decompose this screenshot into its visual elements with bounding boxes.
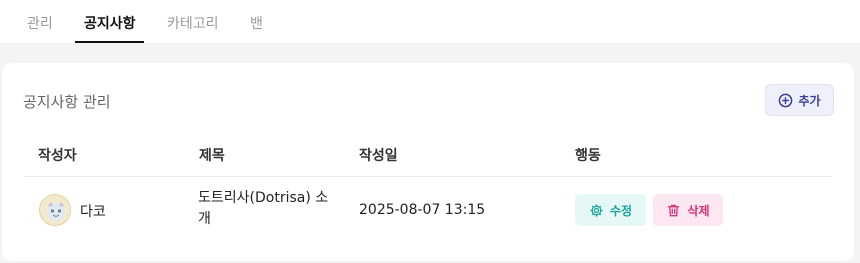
delete-button-label: 삭제 — [687, 203, 710, 218]
table-header-divider — [24, 176, 832, 177]
delete-button[interactable]: 삭제 — [653, 194, 723, 226]
plus-circle-icon — [778, 93, 793, 108]
notice-title: 도트리사(Dotrisa) 소개 — [198, 190, 329, 227]
tab-label: 밴 — [250, 16, 263, 32]
active-tab-indicator — [75, 41, 144, 43]
notice-management-card: 공지사항 관리 추가 작성자 제목 작성일 행동 다코 도트리사(Dotrisa… — [2, 63, 854, 261]
trash-icon — [666, 203, 681, 218]
card-title: 공지사항 관리 — [23, 93, 111, 111]
tab-ban[interactable]: 밴 — [250, 13, 263, 43]
add-notice-button[interactable]: 추가 — [765, 84, 834, 116]
column-header-actions: 행동 — [575, 148, 601, 164]
tab-label: 공지사항 — [84, 16, 136, 32]
add-button-label: 추가 — [798, 93, 821, 108]
edit-button-label: 수정 — [609, 203, 633, 218]
tab-label: 관리 — [27, 16, 53, 32]
tab-label: 카테고리 — [167, 16, 219, 32]
column-header-title: 제목 — [199, 148, 225, 164]
tab-manage[interactable]: 관리 — [27, 13, 53, 43]
gear-icon — [589, 203, 604, 218]
edit-button[interactable]: 수정 — [575, 194, 646, 226]
tab-notices[interactable]: 공지사항 — [75, 13, 144, 43]
tab-categories[interactable]: 카테고리 — [167, 13, 219, 43]
avatar — [39, 194, 71, 226]
column-header-author: 작성자 — [38, 148, 77, 164]
column-header-date: 작성일 — [359, 148, 398, 164]
author-name: 다코 — [80, 204, 106, 220]
tab-bar: 관리 공지사항 카테고리 밴 — [0, 0, 860, 43]
notice-date: 2025-08-07 13:15 — [359, 202, 486, 218]
